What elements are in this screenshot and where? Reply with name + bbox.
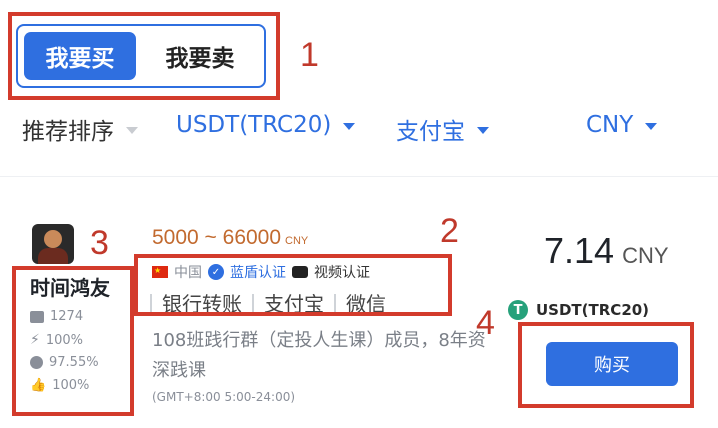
tether-icon: T bbox=[508, 300, 528, 320]
filter-payment-label: 支付宝 bbox=[396, 119, 465, 145]
annotation-number-2: 2 bbox=[440, 212, 459, 250]
annotation-box-3 bbox=[12, 266, 134, 416]
price-currency: CNY bbox=[622, 243, 669, 268]
token-label: T USDT(TRC20) bbox=[508, 300, 649, 320]
annotation-number-1: 1 bbox=[300, 36, 319, 74]
trade-range-value: 5000 ~ 66000 bbox=[152, 226, 282, 249]
trade-range-unit: CNY bbox=[285, 235, 309, 247]
chevron-down-icon bbox=[645, 122, 658, 130]
merchant-description: 108班践行群（定投人生课）成员，8年资深践课 bbox=[152, 330, 486, 381]
filter-sort-label: 推荐排序 bbox=[22, 119, 114, 145]
filter-payment[interactable]: 支付宝 bbox=[396, 112, 489, 146]
chevron-down-icon bbox=[343, 122, 356, 130]
chevron-down-icon bbox=[126, 126, 138, 134]
filter-coin-label: USDT(TRC20) bbox=[176, 112, 332, 138]
price-value: 7.14 bbox=[544, 230, 615, 271]
annotation-number-3: 3 bbox=[90, 224, 109, 262]
chevron-down-icon bbox=[477, 126, 489, 134]
avatar[interactable] bbox=[32, 224, 74, 264]
annotation-box-4 bbox=[518, 322, 694, 408]
annotation-number-4: 4 bbox=[476, 304, 495, 342]
token-name: USDT(TRC20) bbox=[536, 301, 650, 319]
trade-range: 5000 ~ 66000 CNY bbox=[152, 226, 308, 250]
filter-fiat-label: CNY bbox=[586, 112, 634, 138]
filter-fiat[interactable]: CNY bbox=[586, 112, 658, 138]
annotation-box-2 bbox=[134, 254, 452, 316]
filter-coin[interactable]: USDT(TRC20) bbox=[176, 112, 356, 138]
divider bbox=[0, 176, 718, 177]
trading-hours: (GMT+8:00 5:00-24:00) bbox=[152, 390, 296, 404]
unit-price: 7.14 CNY bbox=[544, 230, 669, 272]
filter-sort[interactable]: 推荐排序 bbox=[22, 112, 138, 146]
annotation-box-1 bbox=[8, 12, 280, 100]
